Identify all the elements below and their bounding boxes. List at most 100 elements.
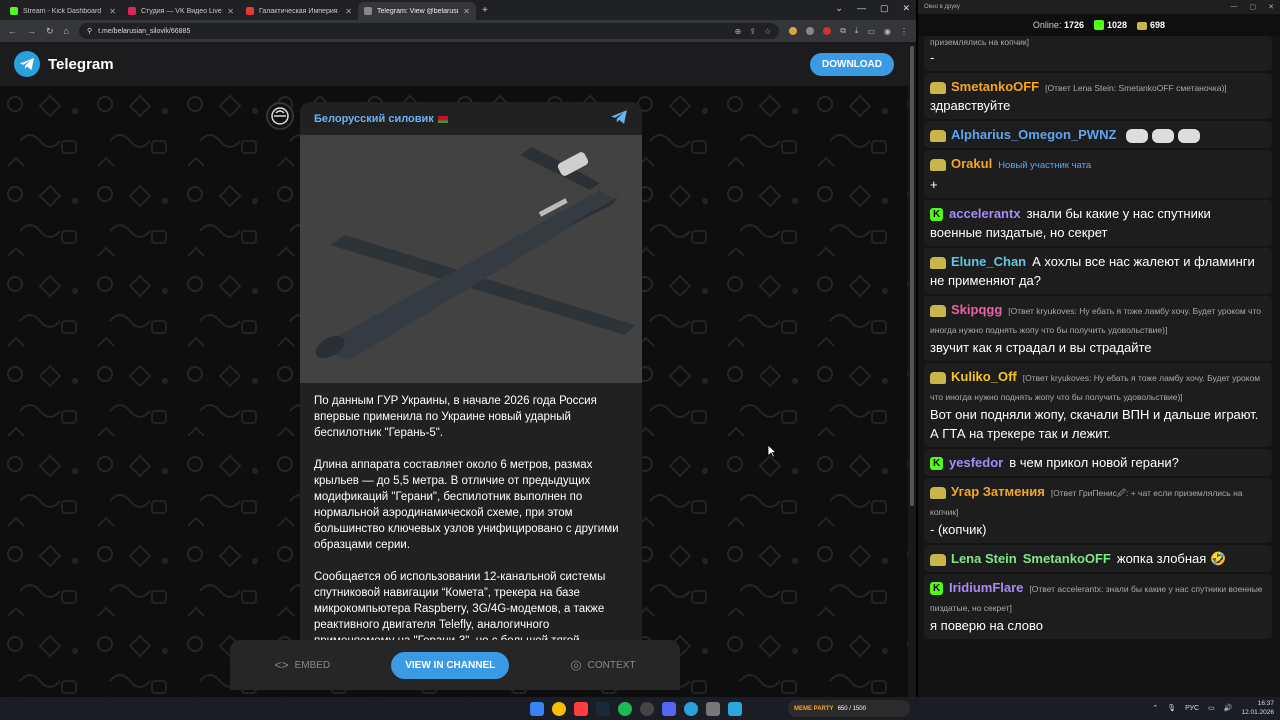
tab-vk[interactable]: Студия — VK Видео Live ✕ [122,2,240,20]
globe-icon: ◎ [570,657,582,672]
username[interactable]: accelerantx [949,206,1021,221]
post-text: По данным ГУР Украины, в начале 2026 год… [314,393,630,642]
chevron-up-icon[interactable]: ⌃ [1152,704,1158,712]
kick-badge-icon [930,208,943,222]
kick-favicon-icon [10,7,18,15]
close-icon[interactable]: ✕ [345,7,352,16]
forward-icon[interactable]: → [27,26,36,36]
kick-viewer-count: 1028 [1107,19,1128,30]
code-brackets-icon: <> [274,658,289,672]
discord-icon[interactable] [662,701,676,716]
username[interactable]: Elune_Chan [951,254,1026,269]
taskbar-apps [530,697,742,720]
telegram-logo-icon[interactable] [14,51,40,77]
minimize-icon[interactable]: — [857,3,866,14]
online-count: 1726 [1063,20,1084,30]
username[interactable]: Lena Stein [951,551,1017,566]
menu-icon[interactable]: ⋮ [900,27,908,36]
mention[interactable]: SmetankoOFF [1023,551,1111,566]
network-icon[interactable]: ▭ [1208,704,1215,712]
taskbar: MEME PARTY 650 / 1500 ⌃ 🎙 РУС ▭ 🔊 16:37 … [0,697,1280,720]
tab-youtube[interactable]: Галактическая Империя – вое ✕ [240,2,358,20]
post-action-bar: <> EMBED VIEW IN CHANNEL ◎ CONTEXT [230,640,680,690]
emote-icon [1178,128,1201,143]
page-scrollbar[interactable] [908,42,916,697]
message-text: звучит как я страдал и вы страдайте [930,340,1152,355]
channel-avatar[interactable] [266,102,294,130]
username[interactable]: IridiumFlare [949,580,1023,595]
username[interactable]: Alpharius_Omegon_PWNZ [951,127,1116,142]
minimize-icon[interactable]: — [1231,3,1238,11]
chrome-icon[interactable] [552,701,566,716]
extensions-puzzle-icon[interactable]: ⧉ [840,26,846,36]
steam-icon[interactable] [596,701,610,716]
new-tab-button[interactable]: + [476,2,494,20]
tab-telegram[interactable]: Telegram: View @belarusian_si ✕ [358,2,476,20]
reload-icon[interactable]: ↻ [46,26,54,37]
app-icon[interactable] [640,701,654,716]
post-paragraph: Сообщается об использовании 12-канальной… [314,571,606,642]
maximize-icon[interactable]: ▢ [880,3,889,14]
home-icon[interactable]: ⌂ [64,26,69,36]
tab-strip: Stream - Kick Dashboard ✕ Студия — VK Вид… [0,0,916,20]
tab-title: Telegram: View @belarusian_si [377,7,458,15]
username[interactable]: Skipqgg [951,302,1002,317]
extension-icon[interactable] [806,27,815,35]
telegram-share-icon[interactable] [610,109,628,130]
app-icon[interactable] [706,701,720,716]
tab-title: Студия — VK Видео Live [141,7,222,15]
close-icon[interactable]: ✕ [463,7,470,16]
scrollbar-thumb[interactable] [910,46,914,506]
bookmark-star-icon[interactable]: ☆ [764,27,771,36]
back-icon[interactable]: ← [8,26,17,36]
username[interactable]: Kuliko_Off [951,369,1017,384]
zoom-icon[interactable]: ⊕ [735,27,742,36]
meme-party-widget[interactable]: MEME PARTY 650 / 1500 [788,700,910,717]
dropdown-icon[interactable]: ⌄ [835,3,843,14]
clock[interactable]: 16:37 12.01.2026 [1241,699,1274,717]
mic-icon[interactable]: 🎙 [1167,704,1176,712]
username[interactable]: Угар Затмения [951,484,1045,499]
maximize-icon[interactable]: ▢ [1250,3,1257,11]
app-icon[interactable] [574,701,588,716]
download-button[interactable]: DOWNLOAD [810,52,894,76]
username[interactable]: yesfedor [949,455,1003,470]
language-indicator[interactable]: РУС [1185,705,1199,712]
chat-message: yesfedor в чем прикол новой герани? [924,449,1272,476]
username[interactable]: SmetankoOFF [951,79,1039,94]
kick-badge-icon [930,582,943,596]
embed-button[interactable]: <> EMBED [275,658,331,672]
close-icon[interactable]: ✕ [109,7,116,16]
site-info-icon[interactable]: ⚲ [87,27,92,35]
telegram-brand[interactable]: Telegram [48,56,114,73]
extension-icon[interactable] [823,27,832,35]
volume-icon[interactable]: 🔊 [1224,704,1233,712]
extension-icon[interactable] [789,27,798,35]
post-media-drone-image[interactable] [300,135,642,383]
start-icon[interactable] [530,701,544,716]
view-in-channel-button[interactable]: VIEW IN CHANNEL [391,651,510,679]
close-icon[interactable]: ✕ [1268,3,1274,11]
download-icon[interactable]: ⤓ [855,26,859,36]
badge-icon [930,553,946,566]
reply-text: [Ответ Lena Stein: SmetankoOFF сметаночк… [1045,83,1227,93]
app-icon[interactable] [728,701,742,716]
badge-icon [930,371,946,384]
emote-icon [1126,128,1149,143]
telegram-icon[interactable] [684,701,698,716]
telegram-page: Telegram DOWNLOAD Белорусский силовик По… [0,42,908,697]
share-icon[interactable]: ⇪ [749,27,756,36]
context-button[interactable]: ◎ CONTEXT [570,657,635,673]
channel-name[interactable]: Белорусский силовик [314,113,448,125]
username[interactable]: Orakul [951,156,992,171]
kick-badge-icon [930,457,943,471]
close-icon[interactable]: ✕ [227,7,234,16]
address-bar[interactable]: ⚲ t.me/belarusian_silovik/66885 ⊕ ⇪ ☆ [78,23,780,39]
embed-label: EMBED [294,659,331,671]
tab-kick[interactable]: Stream - Kick Dashboard ✕ [4,2,122,20]
badge-icon [930,256,946,269]
profile-icon[interactable]: ◉ [884,27,891,36]
spotify-icon[interactable] [618,701,632,716]
sidebar-icon[interactable]: ▭ [867,27,875,36]
close-window-icon[interactable]: ✕ [902,3,910,14]
